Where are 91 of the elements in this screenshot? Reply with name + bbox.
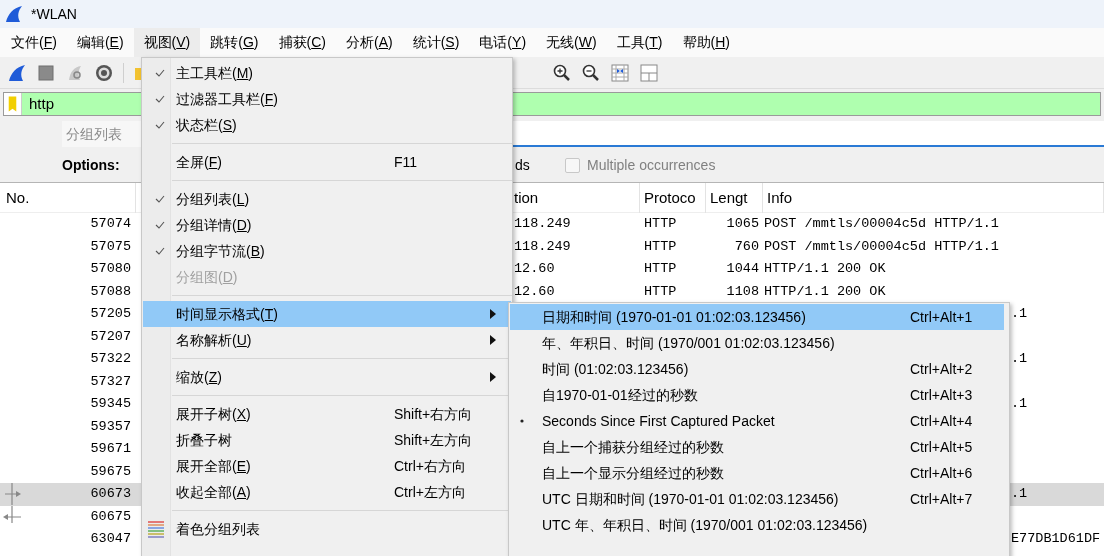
packet-number: 57075	[90, 237, 132, 256]
protocol-cell-text: HTTP	[643, 282, 678, 301]
packet-number: 57327	[90, 372, 132, 391]
menu-item[interactable]: 自上一个显示分组经过的秒数 Ctrl+Alt+6	[510, 460, 1004, 486]
check-icon	[155, 121, 165, 129]
window-title: *WLAN	[31, 4, 77, 24]
menu-bar-item[interactable]: 文件(F)	[1, 28, 67, 57]
info-cell-text: HTTP/1.1 200 OK	[763, 260, 887, 279]
length-cell-text: 1108	[725, 282, 760, 301]
menu-bar-item[interactable]: 跳转(G)	[200, 28, 269, 57]
info-cell-text: HTTP/1.1 200 OK	[763, 282, 887, 301]
info-cell-text: E77DB1D61DF	[1011, 530, 1101, 549]
check-icon	[155, 221, 165, 229]
menu-item[interactable]: UTC 年、年积日、时间 (1970/001 01:02:03.123456)	[510, 512, 1004, 538]
menu-item[interactable]: 展开全部(E) Ctrl+右方向	[143, 453, 511, 479]
radio-dot-icon	[520, 419, 524, 423]
destination-cell-text: 12.60	[513, 282, 556, 301]
right-arrow-icon	[2, 483, 22, 506]
info-cell-text: .1	[1011, 305, 1028, 324]
destination-cell-text: 12.60	[513, 260, 556, 279]
packet-number: 63047	[90, 530, 132, 549]
protocol-cell-text: HTTP	[643, 215, 678, 234]
menu-bar-item[interactable]: 帮助(H)	[672, 28, 740, 57]
menu-item[interactable]: 年、年积日、时间 (1970/001 01:02:03.123456)	[510, 330, 1004, 356]
menu-item[interactable]: 展开子树(X) Shift+右方向	[143, 401, 511, 427]
length-cell-text: 1044	[725, 260, 760, 279]
destination-cell-text: 118.249	[513, 237, 572, 256]
menu-item[interactable]: 着色分组列表	[143, 516, 511, 542]
search-field[interactable]	[513, 121, 1104, 147]
submenu-arrow-icon	[490, 372, 496, 382]
menu-item[interactable]: 时间显示格式(T)	[143, 301, 511, 327]
menu-bar-item[interactable]: 无线(W)	[536, 28, 607, 57]
menu-item[interactable]: 折叠子树 Shift+左方向	[143, 427, 511, 453]
menu-bar-item[interactable]: 捕获(C)	[268, 28, 336, 57]
packet-number: 57074	[90, 215, 132, 234]
menu-item[interactable]: 自1970-01-01经过的秒数 Ctrl+Alt+3	[510, 382, 1004, 408]
length-cell-text: 760	[733, 237, 760, 256]
resize-columns-icon[interactable]	[610, 62, 630, 83]
menu-bar-item[interactable]: 视图(V)	[133, 28, 201, 57]
color-rules-icon	[147, 520, 165, 538]
protocol-cell-text: HTTP	[643, 260, 678, 279]
menu-item[interactable]: 名称解析(U)	[143, 327, 511, 353]
info-cell-text: .1	[1011, 395, 1028, 414]
packet-number: 57080	[90, 260, 132, 279]
gear-icon[interactable]	[94, 62, 114, 83]
menu-item[interactable]: 分组列表(L)	[143, 186, 511, 212]
menu-item[interactable]: 日期和时间 (1970-01-01 01:02:03.123456) Ctrl+Alt+1	[510, 304, 1004, 330]
packet-number: 57207	[90, 327, 132, 346]
menu-item[interactable]: 收起全部(A) Ctrl+左方向	[143, 479, 511, 505]
menu-item[interactable]: 缩放(Z)	[143, 364, 511, 390]
packet-number: 59345	[90, 395, 132, 414]
packet-number: 59675	[90, 462, 132, 481]
info-cell-text: .1	[1011, 350, 1028, 369]
menu-bar-item[interactable]: 分析(A)	[336, 28, 403, 57]
menu-bar-item[interactable]: 统计(S)	[402, 28, 470, 57]
option-label: ds	[515, 156, 531, 175]
menu-item[interactable]: 时间 (01:02:03.123456) Ctrl+Alt+2	[510, 356, 1004, 382]
protocol-cell-text: HTTP	[643, 237, 678, 256]
check-icon	[155, 195, 165, 203]
wireshark-logo-icon	[4, 4, 24, 24]
packet-number: 60675	[90, 507, 132, 526]
packet-number: 59671	[90, 440, 132, 459]
menu-bar-item[interactable]: 工具(T)	[606, 28, 673, 57]
packet-number: 60673	[90, 485, 132, 504]
packet-number: 57205	[90, 305, 132, 324]
check-icon	[155, 95, 165, 103]
check-icon	[155, 247, 165, 255]
menu-item[interactable]: 全屏(F) F11	[143, 149, 511, 175]
check-icon	[155, 69, 165, 77]
zoom-out-icon[interactable]	[581, 62, 601, 83]
stop-icon[interactable]	[36, 62, 56, 83]
options-label: Options:	[62, 156, 120, 175]
menu-bar-item[interactable]: 电话(Y)	[469, 28, 537, 57]
submenu-arrow-icon	[490, 335, 496, 345]
info-cell-text: POST /mmtls/00004c5d HTTP/1.1	[763, 215, 1000, 234]
start-capture-icon[interactable]	[7, 62, 27, 83]
packet-number: 59357	[90, 417, 132, 436]
zoom-in-icon[interactable]	[552, 62, 572, 83]
menu-item[interactable]: 自上一个捕获分组经过的秒数 Ctrl+Alt+5	[510, 434, 1004, 460]
menu-bar-item[interactable]: 编辑(E)	[66, 28, 134, 57]
packet-number: 57322	[90, 350, 132, 369]
info-cell-text: POST /mmtls/00004c5d HTTP/1.1	[763, 237, 1000, 256]
layout-icon[interactable]	[639, 62, 659, 83]
info-cell-text: .1	[1011, 485, 1028, 504]
destination-cell-text: 118.249	[513, 215, 572, 234]
menu-item[interactable]: UTC 日期和时间 (1970-01-01 01:02:03.123456) Ctrl+Alt+7	[510, 486, 1004, 512]
menu-item[interactable]: 分组详情(D)	[143, 212, 511, 238]
menu-item[interactable]: Seconds Since First Captured Packet Ctrl+Alt+4	[510, 408, 1004, 434]
packet-number: 57088	[90, 282, 132, 301]
submenu-arrow-icon	[490, 309, 496, 319]
length-cell-text: 1065	[725, 215, 760, 234]
